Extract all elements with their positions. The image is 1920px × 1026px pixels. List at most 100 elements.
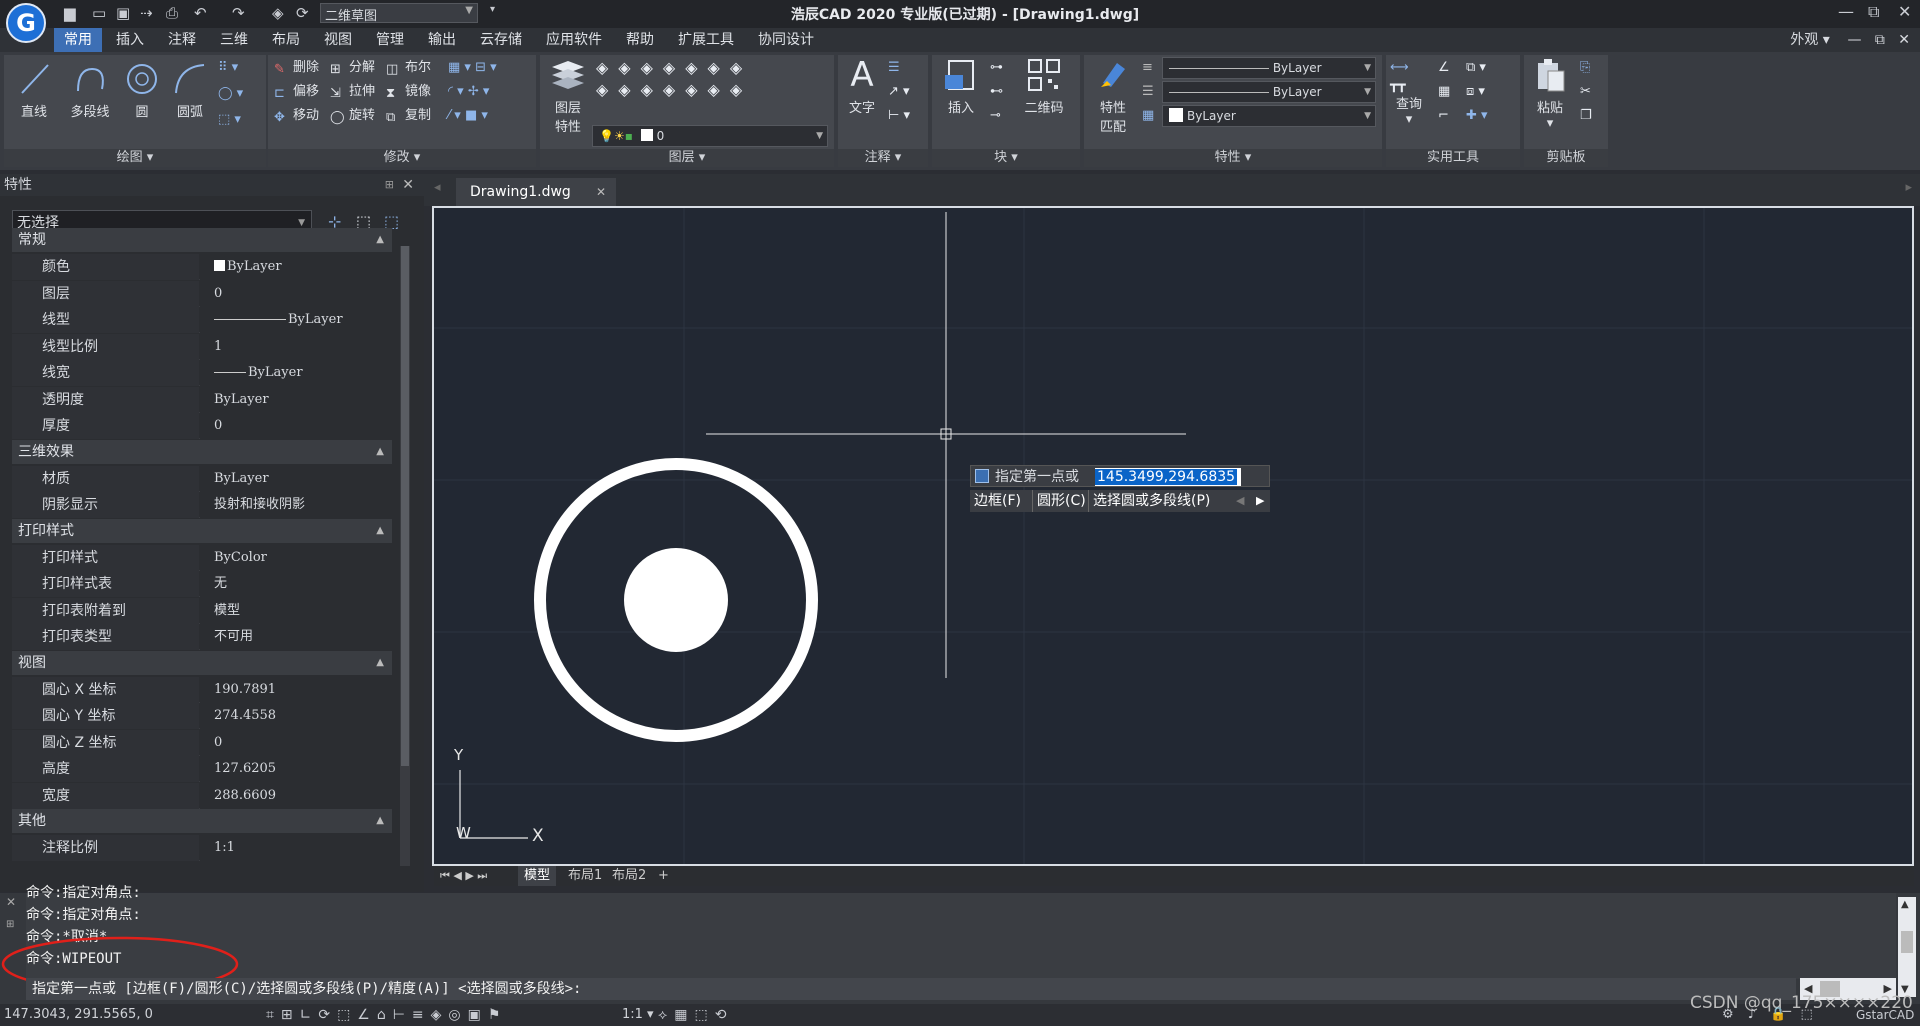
linetype-select[interactable]: ByLayer ▼ [1162,57,1376,79]
section-header[interactable]: 三维效果 ▲ [12,439,392,464]
color-select[interactable]: ByLayer ▼ [1162,105,1376,127]
property-row[interactable]: 打印表类型 不可用 [12,624,392,650]
annotation-panel-title[interactable]: 注释 ▾ [838,149,928,167]
query-button[interactable]: 查询 ▾ [1386,93,1432,127]
menu-manage[interactable]: 管理 [366,28,414,52]
property-row[interactable]: 线型比例 1 [12,333,392,360]
table-icon[interactable]: ☰ [888,57,900,79]
mirror-button[interactable]: ⧗ 镜像 [386,81,431,103]
property-value[interactable]: 投射和接收阴影 [200,492,392,518]
property-value[interactable]: 288.6609 [200,782,392,809]
menu-output[interactable]: 输出 [418,28,466,52]
property-value[interactable]: 1:1 [200,835,392,861]
option-select-circle-polyline[interactable]: 选择圆或多段线(P) [1088,490,1210,512]
property-value[interactable]: 1 [200,333,392,360]
option-next-icon[interactable]: ▶ [1256,490,1264,512]
palette-close-icon[interactable]: ✕ [402,174,414,196]
dimension-icon[interactable]: ⊢ ▾ [888,105,910,127]
menu-annotate[interactable]: 注释 [158,28,206,52]
layer-tools-grid[interactable]: ◈◈◈◈◈◈◈ ◈◈◈◈◈◈◈ [596,57,828,123]
qrcode-button[interactable]: 二维码 [1014,57,1074,116]
rotate-button[interactable]: ◯ 旋转 [330,105,375,127]
collapse-icon[interactable]: ▲ [376,519,384,543]
property-row[interactable]: 材质 ByLayer [12,465,392,492]
quick-select-icon[interactable]: ✚ ▾ [1466,105,1488,127]
property-value[interactable]: 190.7891 [200,676,392,703]
rectangle-icon[interactable]: ⬚ ▾ [218,109,241,131]
block-edit-icon[interactable]: ⊶ [990,57,1003,79]
group-icon[interactable]: ⧉ ▾ [1466,57,1486,79]
menu-extensions[interactable]: 扩展工具 [668,28,744,52]
property-value[interactable]: ByLayer [200,254,392,280]
property-value[interactable]: ByLayer [200,465,392,492]
stretch-button[interactable]: ⇲ 拉伸 [330,81,375,103]
property-value[interactable]: 127.6205 [200,756,392,782]
fillet-icon[interactable]: ◜ ▾ ✢ ▾ [448,81,489,103]
ellipse-icon[interactable]: ◯ ▾ [218,83,243,105]
property-row[interactable]: 图层 0 [12,280,392,307]
status-right-icons[interactable]: ⟡▦⬚⟲ [658,1004,733,1026]
property-value[interactable]: ByLayer [200,386,392,413]
property-value[interactable]: 0 [200,729,392,756]
properties-scrollbar[interactable] [400,246,410,866]
layer-panel-title[interactable]: 图层 ▾ [540,149,834,167]
property-row[interactable]: 线宽 ByLayer [12,360,392,386]
block-attr-icon[interactable]: ⊷ [990,81,1003,103]
tabs-scroll-left-icon[interactable]: ◂ [434,180,441,195]
arc-button[interactable]: 圆弧 [168,61,212,120]
menu-view[interactable]: 视图 [314,28,362,52]
tab-close-icon[interactable]: ✕ [596,178,606,206]
restore-button[interactable]: ⧉ [1868,2,1879,22]
minimize-button[interactable]: — [1838,2,1854,21]
paste-button[interactable]: 粘贴 ▾ [1526,57,1574,131]
menu-home[interactable]: 常用 [54,28,102,52]
polyline-button[interactable]: 多段线 [62,61,118,120]
cmd-close-icon[interactable]: ✕ [6,895,16,909]
menu-apps[interactable]: 应用软件 [536,28,612,52]
option-frame[interactable]: 边框(F) [974,490,1021,512]
property-row[interactable]: 注释比例 1:1 [12,835,392,861]
property-value[interactable]: ByColor [200,544,392,571]
property-row[interactable]: 圆心 Z 坐标 0 [12,729,392,756]
collapse-icon[interactable]: ▲ [376,651,384,675]
copy-button[interactable]: ⧉ 复制 [386,105,431,127]
properties-panel-title[interactable]: 特性 ▾ [1084,149,1382,167]
menu-collab[interactable]: 协同设计 [748,28,824,52]
annotation-scale[interactable]: 1:1 ▾ [622,1004,654,1026]
angle-icon[interactable]: ∠ [1438,57,1450,79]
match-properties-button[interactable]: 特性 匹配 [1088,57,1138,135]
property-row[interactable]: 宽度 288.6609 [12,782,392,809]
boolean-button[interactable]: ◫ 布尔 [386,57,431,79]
property-value[interactable]: 0 [200,413,392,439]
copy-clip-icon[interactable]: ⎘ [1580,57,1590,79]
trim-icon[interactable]: ⁄ ▾ ■ ▾ [448,105,488,127]
status-tray-icons[interactable]: ⚙ ♪ 🔒 ⬚ [1722,1004,1818,1026]
tab-drawing1[interactable]: Drawing1.dwg ✕ [456,178,616,206]
pin-icon[interactable]: ⊞ [385,174,394,196]
property-value[interactable]: 不可用 [200,624,392,650]
line-button[interactable]: 直线 [12,61,56,120]
property-value[interactable]: 0 [200,280,392,307]
property-row[interactable]: 透明度 ByLayer [12,386,392,413]
option-prev-icon[interactable]: ◀ [1236,490,1244,512]
id-point-icon[interactable]: ⌐ [1438,105,1449,127]
command-input[interactable]: 指定第一点或 [边框(F)/圆形(C)/选择圆或多段线(P)/精度(A)] <选… [26,978,1796,1000]
property-value[interactable]: 模型 [200,597,392,624]
copy-base-icon[interactable]: ❐ [1580,105,1592,127]
circle-button[interactable]: 圆 [122,61,162,120]
property-row[interactable]: 圆心 Y 坐标 274.4558 [12,703,392,729]
property-row[interactable]: 打印样式 ByColor [12,544,392,571]
section-header[interactable]: 常规 ▲ [12,228,392,252]
drawing-canvas[interactable]: Y X W [432,206,1914,866]
calculator-icon[interactable]: ▦ [1438,81,1450,103]
cmd-vscroll[interactable]: ▲ ▼ [1898,897,1916,997]
inner-filled-circle[interactable] [624,548,728,652]
section-header[interactable]: 视图 ▲ [12,650,392,675]
property-value[interactable]: 274.4558 [200,703,392,729]
option-circle[interactable]: 圆形(C) [1032,490,1086,512]
array-icon[interactable]: ▦ ▾ ⊟ ▾ [448,57,497,79]
property-value[interactable]: 无 [200,571,392,597]
property-row[interactable]: 打印表附着到 模型 [12,597,392,624]
tabs-scroll-right-icon[interactable]: ▸ [1905,180,1912,195]
property-row[interactable]: 高度 127.6205 [12,756,392,782]
